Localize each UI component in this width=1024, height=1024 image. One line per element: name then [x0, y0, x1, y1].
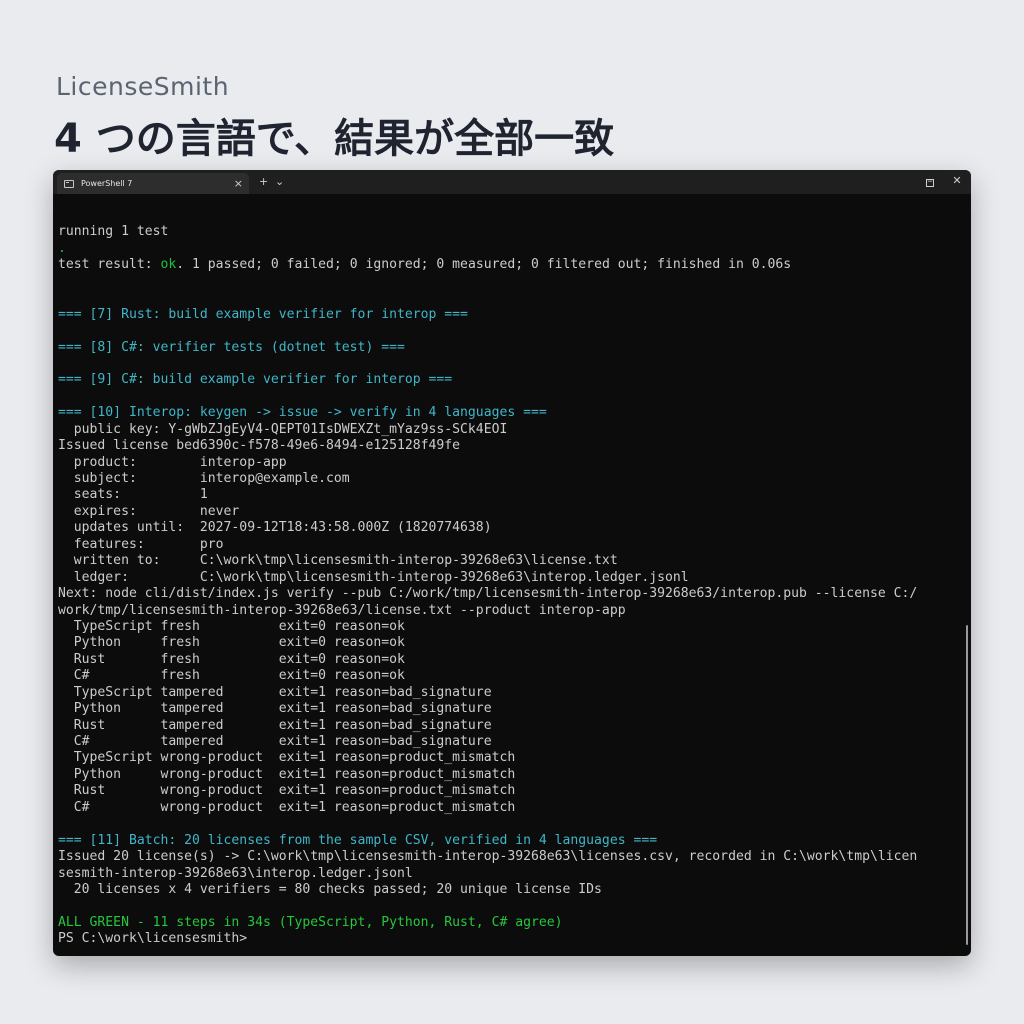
terminal-line: C# wrong-product exit=1 reason=product_m…	[58, 799, 516, 815]
terminal-line: C# tampered exit=1 reason=bad_signature	[58, 734, 492, 749]
terminal-line: Next: node cli/dist/index.js verify --pu…	[58, 586, 918, 602]
terminal-window: PowerShell 7 × + ⌄ – ✕ running 1 test. te…	[53, 170, 971, 956]
terminal-line: Issued license bed6390c-f578-49e6-8494-e…	[58, 438, 461, 454]
terminal-line: sesmith-interop-39268e63\interop.ledger.…	[58, 865, 413, 881]
terminal-line: features: pro	[58, 536, 224, 552]
tab-dropdown-button[interactable]: ⌄	[275, 174, 284, 190]
scrollbar[interactable]	[966, 625, 968, 945]
tab-close-icon[interactable]: ×	[234, 178, 243, 189]
terminal-line: ALL GREEN - 11 steps in 34s (TypeScript,…	[58, 914, 563, 930]
terminal-line: Rust fresh exit=0 reason=ok	[58, 651, 405, 667]
terminal-line: 20 licenses x 4 verifiers = 80 checks pa…	[58, 881, 602, 897]
terminal-line: ledger: C:\work\tmp\licensesmith-interop…	[58, 569, 689, 585]
title-bar: PowerShell 7 × + ⌄ – ✕	[53, 170, 971, 194]
terminal-line: Python tampered exit=1 reason=bad_signat…	[58, 701, 492, 717]
tab-title: PowerShell 7	[81, 179, 133, 188]
terminal-line: TypeScript fresh exit=0 reason=ok	[58, 618, 405, 634]
terminal-line: === [9] C#: build example verifier for i…	[58, 372, 453, 388]
terminal-line: TypeScript tampered exit=1 reason=bad_si…	[58, 684, 492, 700]
close-window-button[interactable]: ✕	[950, 173, 964, 189]
terminal-line: === [7] Rust: build example verifier for…	[58, 306, 468, 322]
tab-powershell[interactable]: PowerShell 7 ×	[57, 173, 249, 194]
terminal-line: C# fresh exit=0 reason=ok	[58, 668, 405, 684]
ok-status: ok	[160, 257, 177, 273]
terminal-line: PS C:\work\licensesmith>	[58, 931, 248, 947]
terminal-line: Issued 20 license(s) -> C:\work\tmp\lice…	[58, 849, 918, 865]
terminal-line: Python wrong-product exit=1 reason=produ…	[58, 766, 516, 782]
terminal-line-prefix: test result:	[58, 257, 161, 273]
terminal-line: Rust tampered exit=1 reason=bad_signatur…	[58, 717, 492, 733]
terminal-line: expires: never	[58, 503, 240, 519]
terminal-line: === [8] C#: verifier tests (dotnet test)…	[58, 339, 405, 355]
terminal-line: test result: ok. 1 passed; 0 failed; 0 i…	[58, 257, 961, 273]
terminal-line: seats: 1	[58, 487, 208, 503]
terminal-line: TypeScript wrong-product exit=1 reason=p…	[58, 750, 516, 766]
terminal-line: === [10] Interop: keygen -> issue -> ver…	[58, 405, 547, 421]
terminal-line: work/tmp/licensesmith-interop-39268e63/l…	[58, 602, 626, 618]
terminal-line: written to: C:\work\tmp\licensesmith-int…	[58, 553, 618, 569]
terminal-line: Python fresh exit=0 reason=ok	[58, 635, 405, 651]
terminal-line: public key: Y-gWbZJgEyV4-QEPT01IsDWEXZt_…	[58, 421, 508, 437]
page-headline: 4 つの言語で、結果が全部一致	[54, 116, 615, 162]
terminal-line: product: interop-app	[58, 454, 287, 470]
terminal-line: === [11] Batch: 20 licenses from the sam…	[58, 832, 658, 848]
terminal-line: Rust wrong-product exit=1 reason=product…	[58, 783, 516, 799]
terminal-output[interactable]: running 1 test. test result: ok. 1 passed…	[58, 208, 961, 956]
new-tab-button[interactable]: +	[259, 174, 268, 190]
maximize-button[interactable]	[926, 179, 934, 187]
terminal-icon	[64, 179, 74, 188]
terminal-line: .	[58, 240, 66, 256]
terminal-line: subject: interop@example.com	[58, 471, 350, 486]
terminal-line-suffix: . 1 passed; 0 failed; 0 ignored; 0 measu…	[176, 257, 792, 273]
brand-name: LicenseSmith	[56, 72, 230, 101]
terminal-line: updates until: 2027-09-12T18:43:58.000Z …	[58, 520, 492, 536]
terminal-line: running 1 test	[58, 224, 169, 240]
